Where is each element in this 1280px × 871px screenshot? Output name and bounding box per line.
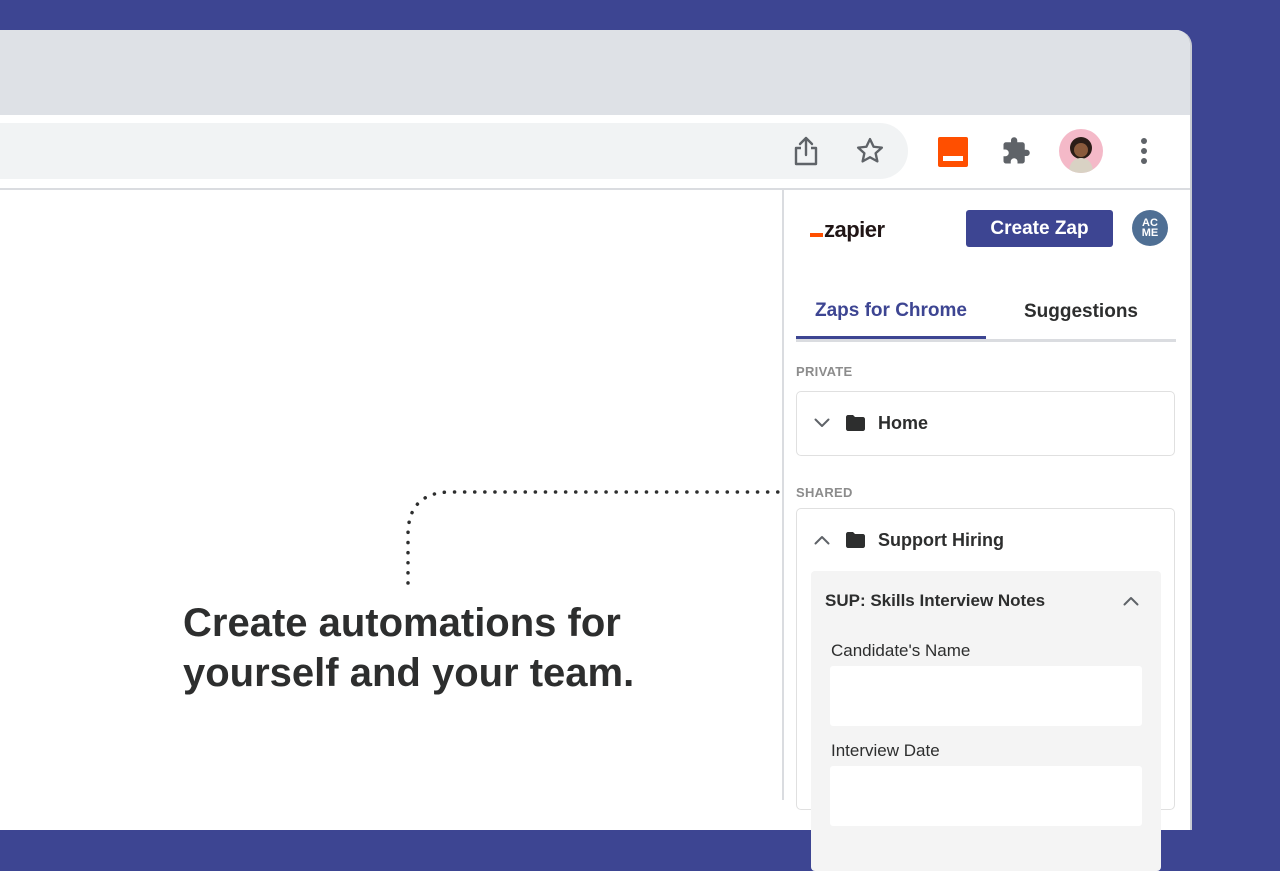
account-initials-bottom: ME [1141, 227, 1159, 239]
zapier-extension-icon[interactable] [937, 136, 969, 168]
browser-tab-strip [0, 30, 1190, 115]
star-icon[interactable] [852, 133, 888, 169]
share-icon[interactable] [788, 133, 824, 169]
interview-date-input[interactable] [830, 766, 1142, 826]
chevron-up-icon [812, 530, 832, 550]
zapier-side-panel: zapier Create Zap AC ME Zaps for Chrome … [782, 190, 1190, 871]
create-zap-button[interactable]: Create Zap [966, 210, 1113, 247]
chevron-down-icon [812, 413, 832, 433]
folder-name: Home [878, 412, 929, 433]
avatar[interactable] [1059, 129, 1103, 173]
account-avatar[interactable]: AC ME [1132, 210, 1168, 246]
candidate-name-input[interactable] [830, 666, 1142, 726]
field-label-candidate-name: Candidate's Name [831, 641, 971, 660]
tab-zaps-for-chrome[interactable]: Zaps for Chrome [796, 285, 986, 339]
address-bar[interactable] [0, 123, 908, 179]
folder-icon [846, 530, 866, 550]
headline-line-2: yourself and your team. [183, 651, 635, 695]
panel-tabs: Zaps for Chrome Suggestions [796, 285, 1176, 342]
private-section-label: PRIVATE [796, 364, 853, 379]
browser-toolbar [0, 115, 1190, 190]
folder-support-hiring[interactable]: Support Hiring SUP: Skills Interview Not… [796, 508, 1175, 871]
folder-home[interactable]: Home [796, 391, 1175, 456]
zap-title: SUP: Skills Interview Notes [825, 591, 1046, 610]
headline-line-1: Create automations for [183, 601, 621, 645]
shared-section-label: SHARED [796, 485, 853, 500]
more-vert-icon[interactable] [1128, 133, 1160, 169]
zapier-logo-text: zapier [824, 217, 885, 242]
folder-row-home[interactable]: Home [797, 392, 1174, 454]
tab-suggestions[interactable]: Suggestions [986, 285, 1176, 339]
folder-name: Support Hiring [878, 529, 1004, 550]
zap-card: SUP: Skills Interview Notes Candidate's … [811, 571, 1161, 871]
field-label-interview-date: Interview Date [831, 741, 940, 760]
chevron-up-icon[interactable] [1119, 589, 1143, 613]
zapier-logo-bar [810, 233, 823, 237]
zapier-logo: zapier [810, 217, 885, 242]
headline: Create automations for yourself and your… [183, 598, 743, 698]
folder-row-support-hiring[interactable]: Support Hiring [797, 509, 1174, 571]
puzzle-icon[interactable] [998, 133, 1034, 169]
folder-icon [846, 413, 866, 433]
